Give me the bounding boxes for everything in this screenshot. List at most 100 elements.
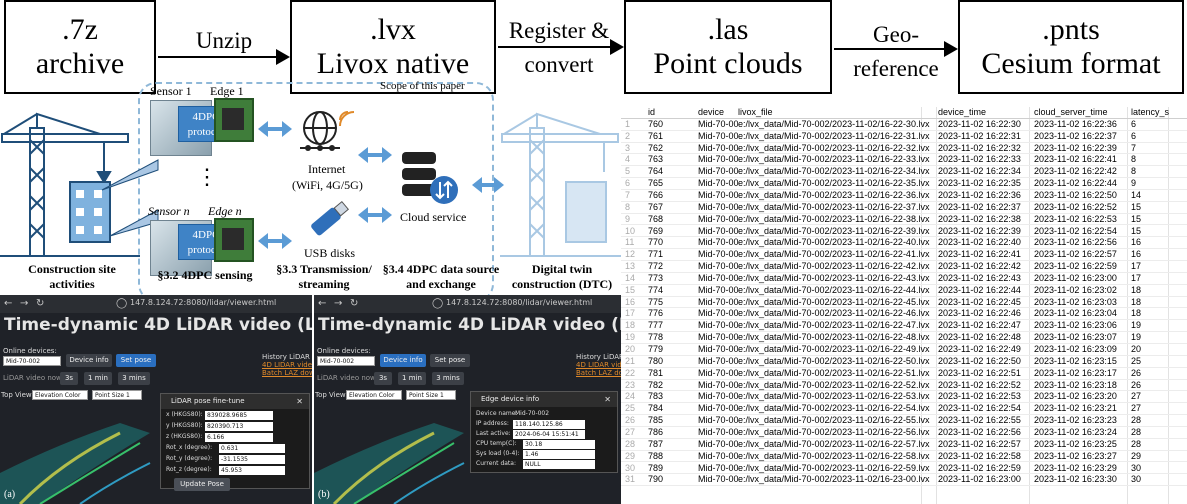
- table-row[interactable]: 1 760 Mid-70-002e:/lvx_data/Mid-70-002/202…: [621, 119, 1187, 131]
- close-icon[interactable]: ✕: [296, 397, 303, 406]
- table-row[interactable]: 2 761 Mid-70-002e:/lvx_data/Mid-70-002/202…: [621, 131, 1187, 143]
- table-row[interactable]: 22 781 Mid-70-002e:/lvx_data/Mid-70-002/20…: [621, 368, 1187, 380]
- column-header[interactable]: id: [648, 107, 688, 119]
- table-row[interactable]: 13 772 Mid-70-002e:/lvx_data/Mid-70-002/20…: [621, 261, 1187, 273]
- table-row[interactable]: 26 785 Mid-70-002e:/lvx_data/Mid-70-002/20…: [621, 415, 1187, 427]
- table-cell: 2023-11-02 16:22:42: [938, 261, 1021, 272]
- table-cell: 2023-11-02 16:23:06: [1034, 320, 1117, 331]
- 3s-button[interactable]: 3s: [374, 372, 392, 385]
- 4d-lidar-video-link[interactable]: 4D LIDAR video: [576, 361, 621, 369]
- table-row[interactable]: 7 766 Mid-70-002e:/lvx_data/Mid-70-002/202…: [621, 190, 1187, 202]
- table-row[interactable]: 30 789 Mid-70-002e:/lvx_data/Mid-70-002/20…: [621, 463, 1187, 475]
- pipeline-arrow: [158, 49, 290, 65]
- table-row[interactable]: 29 788 Mid-70-002e:/lvx_data/Mid-70-002/20…: [621, 451, 1187, 463]
- device-info-button[interactable]: Device info: [66, 354, 112, 367]
- x-input[interactable]: 839028.9685: [205, 411, 273, 420]
- table-row[interactable]: 14 773 Mid-70-002e:/lvx_data/Mid-70-002/20…: [621, 273, 1187, 285]
- 1min-button[interactable]: 1 min: [398, 372, 426, 385]
- table-row[interactable]: 24 783 Mid-70-002e:/lvx_data/Mid-70-002/20…: [621, 391, 1187, 404]
- table-row[interactable]: 11 770 Mid-70-002e:/lvx_data/Mid-70-002/20…: [621, 237, 1187, 250]
- address-bar[interactable]: 147.8.124.72:8080/lidar/viewer.html: [130, 298, 276, 307]
- pipeline-box-title: .lvx: [370, 13, 416, 46]
- column-header[interactable]: latency_s: [1131, 107, 1171, 119]
- table-row[interactable]: 16 775 Mid-70-002e:/lvx_data/Mid-70-002/20…: [621, 297, 1187, 309]
- sys-load-field[interactable]: 1.46: [523, 450, 595, 459]
- table-row[interactable]: 23 782 Mid-70-002e:/lvx_data/Mid-70-002/20…: [621, 380, 1187, 392]
- table-row[interactable]: 12 771 Mid-70-002e:/lvx_data/Mid-70-002/20…: [621, 249, 1187, 262]
- table-cell: 773: [648, 272, 664, 283]
- update-pose-button[interactable]: Update Pose: [174, 478, 230, 491]
- reload-icon[interactable]: ↻: [36, 298, 44, 309]
- top-view-label[interactable]: Top View:: [1, 391, 34, 399]
- 3mins-button[interactable]: 3 mins: [118, 372, 150, 385]
- device-info-button[interactable]: Device info: [380, 354, 426, 367]
- internet-globe-icon: [300, 111, 355, 151]
- 4d-lidar-video-link[interactable]: 4D LIDAR video: [262, 361, 312, 369]
- set-pose-button[interactable]: Set pose: [430, 354, 470, 367]
- back-icon[interactable]: ←: [4, 298, 12, 309]
- table-cell: Mid-70-002: [698, 130, 738, 141]
- table-cell: e:/lvx_data/Mid-70-002/2023-11-02/16-22-…: [738, 166, 930, 177]
- 1min-button[interactable]: 1 min: [84, 372, 112, 385]
- point-size-select[interactable]: Point Size 1: [92, 390, 142, 400]
- arrow-label-line: Geo-: [873, 22, 919, 47]
- pipeline-box-subtitle: archive: [35, 47, 125, 80]
- table-cell: Mid-70-002: [698, 355, 738, 366]
- column-header[interactable]: cloud_server_time: [1034, 107, 1127, 119]
- device-select[interactable]: Mid-70-002: [317, 356, 375, 366]
- rot-x-input[interactable]: 0.631: [219, 444, 285, 453]
- forward-icon[interactable]: →: [20, 298, 28, 309]
- device-select[interactable]: Mid-70-002: [3, 356, 61, 366]
- column-header[interactable]: device: [698, 107, 738, 119]
- batch-laz-link[interactable]: Batch LAZ down: [262, 369, 312, 377]
- table-cell: 2023-11-02 16:22:48: [938, 332, 1021, 343]
- field-label: Current data:: [476, 460, 516, 467]
- top-view-label[interactable]: Top View:: [315, 391, 348, 399]
- forward-icon[interactable]: →: [334, 298, 342, 309]
- column-header[interactable]: device_time: [938, 107, 1028, 119]
- table-row[interactable]: 28 787 Mid-70-002e:/lvx_data/Mid-70-002/20…: [621, 439, 1187, 451]
- internet-label: Internet: [308, 162, 346, 176]
- table-row[interactable]: 15 774 Mid-70-002e:/lvx_data/Mid-70-002/20…: [621, 285, 1187, 297]
- table-row[interactable]: 18 777 Mid-70-002e:/lvx_data/Mid-70-002/20…: [621, 320, 1187, 333]
- 3mins-button[interactable]: 3 mins: [432, 372, 464, 385]
- table-row[interactable]: 20 779 Mid-70-002e:/lvx_data/Mid-70-002/20…: [621, 344, 1187, 356]
- table-row[interactable]: 8 767 Mid-70-002e:/lvx_data/Mid-70-002/202…: [621, 202, 1187, 214]
- cpu-temp-field[interactable]: 30.18: [523, 440, 595, 449]
- rot-y-input[interactable]: -31.1535: [219, 455, 285, 464]
- table-row[interactable]: 4 763 Mid-70-002e:/lvx_data/Mid-70-002/202…: [621, 154, 1187, 167]
- last-active-field[interactable]: 2024-06-04 15:51:41: [513, 430, 585, 439]
- online-devices-label: Online devices:: [3, 347, 57, 355]
- table-cell: 12: [625, 249, 636, 260]
- batch-laz-link[interactable]: Batch LAZ down: [576, 369, 621, 377]
- set-pose-button[interactable]: Set pose: [116, 354, 156, 367]
- table-row[interactable]: 6 765 Mid-70-002e:/lvx_data/Mid-70-002/202…: [621, 178, 1187, 190]
- table-row[interactable]: 21 780 Mid-70-002e:/lvx_data/Mid-70-002/20…: [621, 356, 1187, 368]
- ip-address-field[interactable]: 118.140.125.86: [513, 420, 585, 429]
- close-icon[interactable]: ✕: [604, 395, 611, 404]
- table-row[interactable]: 5 764 Mid-70-002e:/lvx_data/Mid-70-002/202…: [621, 166, 1187, 179]
- rot-z-input[interactable]: 45.953: [219, 466, 285, 475]
- address-bar[interactable]: 147.8.124.72:8080/lidar/viewer.html: [446, 298, 592, 307]
- table-row[interactable]: 19 778 Mid-70-002e:/lvx_data/Mid-70-002/20…: [621, 332, 1187, 344]
- table-cell: 8: [1131, 166, 1137, 177]
- table-row[interactable]: 27 786 Mid-70-002e:/lvx_data/Mid-70-002/20…: [621, 427, 1187, 439]
- table-row[interactable]: 9 768 Mid-70-002e:/lvx_data/Mid-70-002/202…: [621, 214, 1187, 226]
- 3s-button[interactable]: 3s: [60, 372, 78, 385]
- table-row[interactable]: 25 784 Mid-70-002e:/lvx_data/Mid-70-002/20…: [621, 403, 1187, 416]
- y-input[interactable]: 820390.713: [205, 422, 273, 431]
- table-row[interactable]: 31 790 Mid-70-002e:/lvx_data/Mid-70-002/20…: [621, 474, 1187, 487]
- color-select[interactable]: Elevation Color: [32, 390, 88, 400]
- table-row[interactable]: 3 762 Mid-70-002e:/lvx_data/Mid-70-002/202…: [621, 143, 1187, 155]
- column-header[interactable]: livox_file: [738, 107, 938, 119]
- table-cell: 778: [648, 332, 664, 343]
- back-icon[interactable]: ←: [318, 298, 326, 309]
- reload-icon[interactable]: ↻: [350, 298, 358, 309]
- color-select[interactable]: Elevation Color: [346, 390, 402, 400]
- point-size-select[interactable]: Point Size 1: [406, 390, 456, 400]
- table-cell: 2023-11-02 16:22:30: [938, 118, 1021, 129]
- current-data-field[interactable]: NULL: [523, 460, 595, 469]
- z-input[interactable]: 6.166: [205, 433, 273, 442]
- table-row[interactable]: 17 776 Mid-70-002e:/lvx_data/Mid-70-002/20…: [621, 308, 1187, 321]
- table-row[interactable]: 10 769 Mid-70-002e:/lvx_data/Mid-70-002/20…: [621, 226, 1187, 238]
